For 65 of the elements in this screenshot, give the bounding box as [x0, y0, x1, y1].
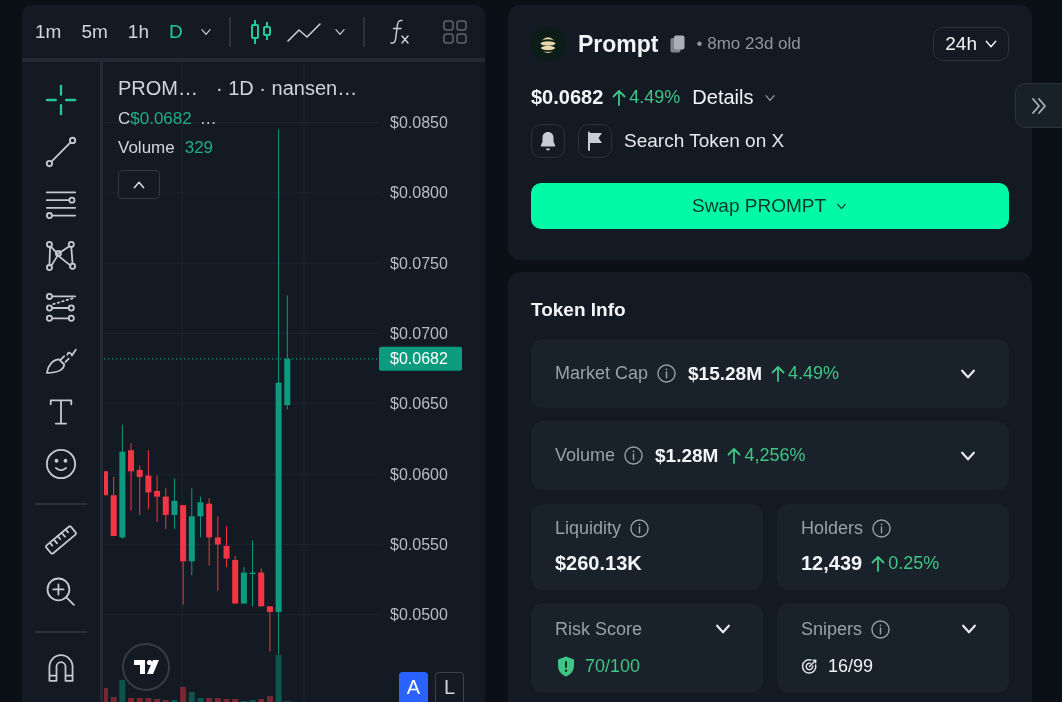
token-price: $0.0682 — [531, 86, 604, 109]
current-price-label: $0.0682 — [379, 346, 462, 371]
double-chevron-icon — [1031, 96, 1047, 115]
stat-label: Snipers — [801, 618, 863, 640]
timeframe-tab[interactable]: 1m — [25, 13, 72, 50]
alert-button[interactable] — [531, 124, 565, 158]
stat-label: Risk Score — [555, 618, 643, 640]
trend-line-icon — [43, 134, 79, 170]
smiley-icon — [43, 446, 79, 482]
price-axis-label: $0.0550 — [390, 536, 448, 553]
copy-icon[interactable] — [669, 35, 685, 53]
stat-value: 16/99 — [828, 655, 874, 677]
change-percent: 4.49% — [629, 87, 681, 108]
token-age: • 8mo 23d old — [696, 34, 801, 54]
price-axis-label: $0.0750 — [390, 254, 448, 272]
stat-label: Holders — [801, 517, 864, 539]
section-title: Token Info — [531, 299, 627, 321]
price-axis-label: $0.0500 — [390, 606, 448, 624]
stat-label: Liquidity — [555, 517, 622, 539]
change-percent: 4,256% — [744, 445, 806, 466]
pattern-icon — [43, 238, 79, 274]
expand-panel-button[interactable] — [1015, 83, 1062, 128]
scale-button[interactable]: A — [399, 672, 428, 702]
stat-value: 70/100 — [585, 655, 641, 677]
flag-button[interactable] — [578, 124, 612, 158]
metric-value: $1.28M — [655, 444, 719, 467]
swap-button[interactable]: Swap PROMPT — [531, 183, 1009, 229]
timeframe-tab[interactable]: 1h — [117, 13, 159, 50]
price-axis-label: $0.0800 — [390, 184, 448, 202]
info-icon[interactable] — [871, 619, 891, 639]
chart-interval: · 1D · nansen… — [216, 76, 358, 100]
price-axis-label: $0.0700 — [390, 325, 448, 342]
info-icon[interactable] — [624, 446, 644, 465]
search-link[interactable]: Search Token on X — [624, 130, 785, 152]
token-logo-icon — [531, 27, 565, 61]
timeframe-tab[interactable]: D — [158, 13, 193, 50]
period-dropdown[interactable]: 24h — [933, 27, 1009, 61]
token-name: Prompt — [578, 30, 659, 58]
info-icon[interactable] — [872, 518, 892, 538]
candlestick-icon — [248, 18, 273, 45]
close-value: $0.0682 — [130, 108, 192, 130]
legend-more: … — [199, 108, 217, 130]
price-axis-label: $0.0600 — [390, 465, 448, 483]
info-icon[interactable] — [657, 364, 677, 383]
bell-icon — [538, 130, 558, 152]
stat-value: 12,439 — [801, 551, 863, 575]
chart-symbol: PROM… — [118, 76, 198, 100]
change-percent: 0.25% — [888, 552, 940, 574]
grid-icon — [443, 19, 467, 44]
metric-label: Volume — [555, 445, 616, 466]
info-icon[interactable] — [630, 518, 650, 538]
metric-value: $15.28M — [688, 362, 762, 385]
scale-button[interactable]: L — [435, 672, 464, 702]
close-label: C — [118, 108, 131, 130]
price-axis-label: $0.0650 — [390, 395, 448, 413]
change-percent: 4.49% — [788, 363, 840, 384]
details-button[interactable]: Details — [692, 86, 778, 109]
shield-icon — [557, 655, 575, 677]
flag-icon — [586, 131, 604, 151]
price-axis-label: $0.0850 — [390, 114, 448, 131]
stat-value: $260.13K — [555, 551, 642, 575]
crosshair-icon — [43, 82, 79, 118]
timeframe-tab[interactable]: 5m — [71, 13, 118, 50]
metric-label: Market Cap — [555, 363, 649, 384]
target-icon — [801, 657, 818, 675]
